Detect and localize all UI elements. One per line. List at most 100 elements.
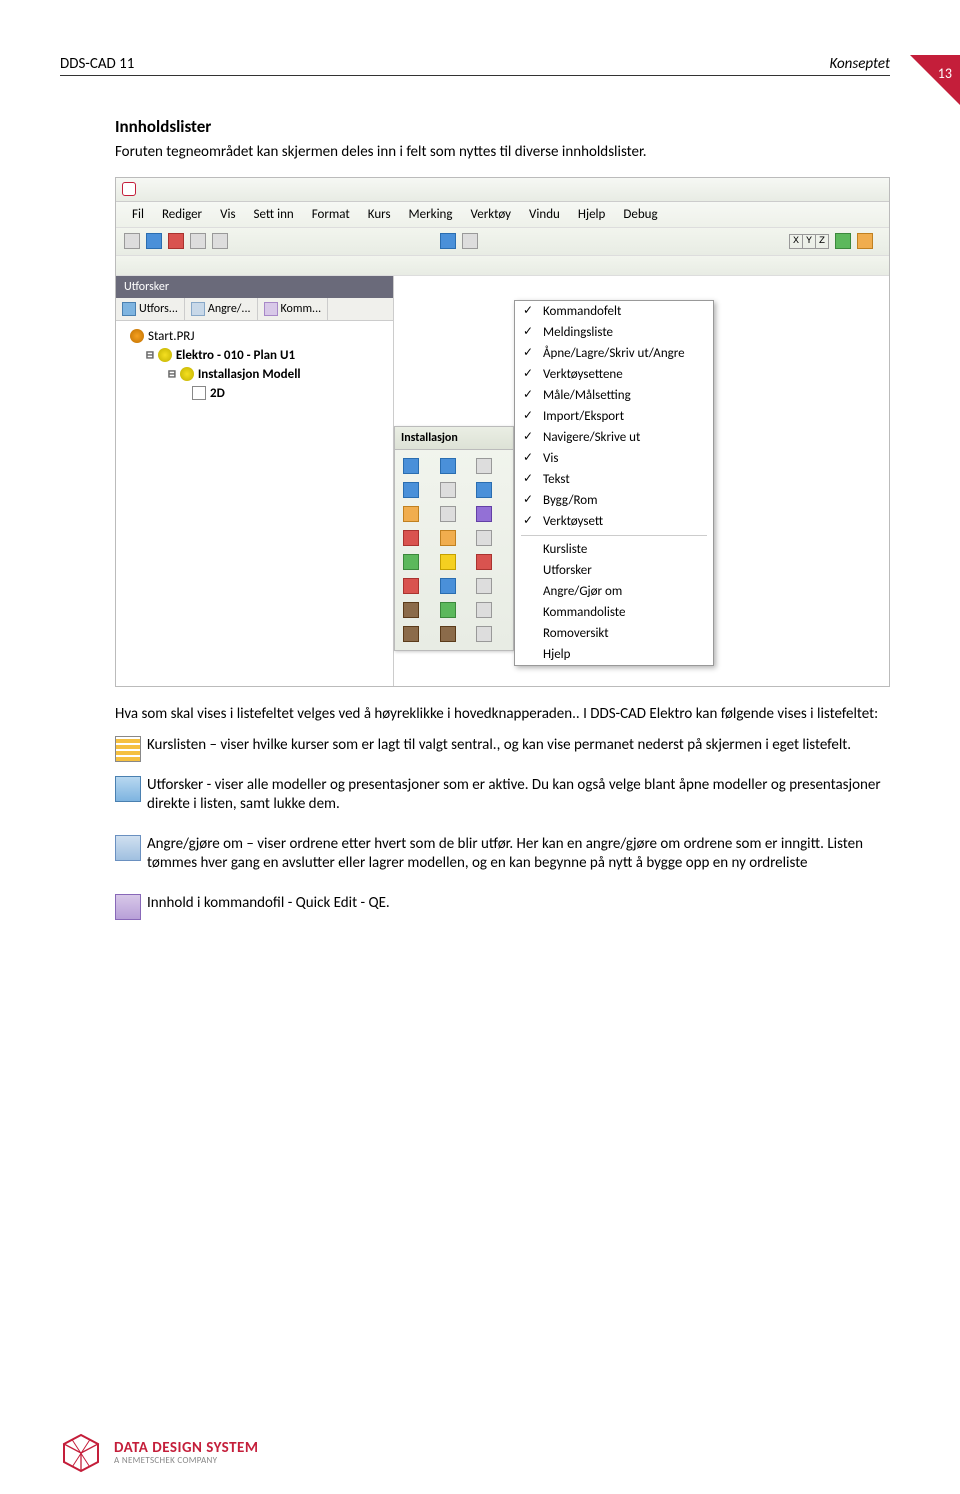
tool-icon[interactable]	[403, 506, 419, 522]
list-item-kommandofil: Innhold i kommandofil - Quick Edit - QE.	[115, 894, 890, 922]
ctx-item[interactable]: ✓Import/Eksport	[515, 406, 713, 427]
ctx-label: Angre/Gjør om	[543, 584, 622, 599]
check-icon: ✓	[521, 388, 535, 402]
tree-label: Start.PRJ	[148, 329, 194, 344]
ctx-item[interactable]: ✓Bygg/Rom	[515, 490, 713, 511]
tab-utforsker[interactable]: Utfors...	[116, 298, 185, 320]
ctx-item[interactable]: ✓Meldingsliste	[515, 322, 713, 343]
ctx-item[interactable]: Utforsker	[515, 560, 713, 581]
toolbox-panel[interactable]: Installasjon	[394, 426, 514, 651]
menu-vindu[interactable]: Vindu	[529, 207, 560, 222]
tool-icon[interactable]	[835, 233, 851, 249]
tool-icon[interactable]	[476, 602, 492, 618]
tool-icon[interactable]	[190, 233, 206, 249]
tool-icon[interactable]	[440, 482, 456, 498]
ctx-item[interactable]: ✓Verktøysettene	[515, 364, 713, 385]
tool-icon[interactable]	[403, 458, 419, 474]
ctx-item[interactable]: ✓Verktøysett	[515, 511, 713, 532]
ctx-item[interactable]: ✓Tekst	[515, 469, 713, 490]
tool-icon[interactable]	[124, 233, 140, 249]
tree-item[interactable]: Start.PRJ	[130, 327, 387, 346]
tab-angre[interactable]: Angre/...	[185, 298, 258, 320]
tool-icon[interactable]	[476, 506, 492, 522]
tool-icon[interactable]	[476, 482, 492, 498]
ctx-item[interactable]: ✓Kommandofelt	[515, 301, 713, 322]
ctx-item[interactable]: Kommandoliste	[515, 602, 713, 623]
tool-icon[interactable]	[440, 233, 456, 249]
ctx-item[interactable]: ✓Navigere/Skrive ut	[515, 427, 713, 448]
menubar[interactable]: Fil Rediger Vis Sett inn Format Kurs Mer…	[116, 202, 889, 228]
tree-item[interactable]: ⊟ Installasjon Modell	[130, 365, 387, 384]
tool-icon[interactable]	[440, 578, 456, 594]
toolbar-2[interactable]	[116, 256, 889, 276]
ctx-item[interactable]: ✓Måle/Målsetting	[515, 385, 713, 406]
menu-rediger[interactable]: Rediger	[162, 207, 202, 222]
ctx-item[interactable]: ✓Vis	[515, 448, 713, 469]
explorer-panel: Utforsker Utfors... Angre/... Komm...	[116, 276, 394, 686]
panel-title: Utforsker	[116, 276, 393, 298]
kursliste-icon	[115, 736, 141, 762]
tool-icon[interactable]	[440, 506, 456, 522]
tool-icon[interactable]	[476, 554, 492, 570]
ctx-label: Meldingsliste	[543, 325, 613, 340]
check-icon: ✓	[521, 430, 535, 444]
ctx-item[interactable]: Hjelp	[515, 644, 713, 665]
ctx-label: Kommandofelt	[543, 304, 621, 319]
menu-debug[interactable]: Debug	[623, 207, 657, 222]
tool-icon[interactable]	[476, 530, 492, 546]
tool-icon[interactable]	[403, 554, 419, 570]
ctx-label: Åpne/Lagre/Skriv ut/Angre	[543, 346, 685, 361]
tool-icon[interactable]	[440, 530, 456, 546]
footer-title: DATA DESIGN SYSTEM	[114, 1440, 258, 1457]
tool-icon[interactable]	[403, 482, 419, 498]
page-header: DDS-CAD 11 Konseptet	[60, 55, 890, 76]
ctx-item[interactable]: Angre/Gjør om	[515, 581, 713, 602]
tool-icon[interactable]	[440, 626, 456, 642]
check-icon	[521, 626, 535, 640]
menu-merking[interactable]: Merking	[409, 207, 453, 222]
tool-icon[interactable]	[476, 578, 492, 594]
tool-icon[interactable]	[476, 458, 492, 474]
menu-fil[interactable]: Fil	[132, 207, 144, 222]
tool-icon[interactable]	[168, 233, 184, 249]
tool-icon[interactable]	[440, 602, 456, 618]
menu-kurs[interactable]: Kurs	[368, 207, 391, 222]
app-window: Fil Rediger Vis Sett inn Format Kurs Mer…	[115, 177, 890, 687]
menu-settinn[interactable]: Sett inn	[254, 207, 294, 222]
tool-icon[interactable]	[476, 626, 492, 642]
undo-icon	[115, 835, 141, 861]
tree-item[interactable]: 2D	[130, 384, 387, 403]
tool-icon[interactable]	[857, 233, 873, 249]
ctx-label: Vis	[543, 451, 558, 466]
titlebar	[116, 178, 889, 202]
tool-icon[interactable]	[403, 530, 419, 546]
menu-vis[interactable]: Vis	[220, 207, 235, 222]
tab-komm[interactable]: Komm...	[258, 298, 329, 320]
tool-icon[interactable]	[440, 458, 456, 474]
ctx-item[interactable]: ✓Åpne/Lagre/Skriv ut/Angre	[515, 343, 713, 364]
ctx-label: Tekst	[543, 472, 570, 487]
tool-icon[interactable]	[403, 626, 419, 642]
tree-item[interactable]: ⊟ Elektro - 010 - Plan U1	[130, 346, 387, 365]
ctx-item[interactable]: Kursliste	[515, 539, 713, 560]
toolbar-1[interactable]: XYZ	[116, 228, 889, 256]
check-icon	[521, 563, 535, 577]
tool-icon[interactable]	[440, 554, 456, 570]
workspace: Utforsker Utfors... Angre/... Komm...	[116, 276, 889, 686]
toolbox-grid[interactable]	[395, 450, 513, 650]
tool-icon[interactable]	[403, 602, 419, 618]
menu-hjelp[interactable]: Hjelp	[578, 207, 606, 222]
tool-icon[interactable]	[212, 233, 228, 249]
ctx-item[interactable]: Romoversikt	[515, 623, 713, 644]
context-menu[interactable]: ✓Kommandofelt ✓Meldingsliste ✓Åpne/Lagre…	[514, 300, 714, 666]
tab-label: Angre/...	[208, 302, 251, 316]
panel-tabs[interactable]: Utfors... Angre/... Komm...	[116, 298, 393, 321]
tool-icon[interactable]	[403, 578, 419, 594]
check-icon	[521, 647, 535, 661]
tool-icon[interactable]	[146, 233, 162, 249]
ctx-label: Import/Eksport	[543, 409, 624, 424]
menu-format[interactable]: Format	[312, 207, 350, 222]
project-tree[interactable]: Start.PRJ ⊟ Elektro - 010 - Plan U1 ⊟ In…	[116, 321, 393, 409]
menu-verktoy[interactable]: Verktøy	[471, 207, 512, 222]
tool-icon[interactable]	[462, 233, 478, 249]
